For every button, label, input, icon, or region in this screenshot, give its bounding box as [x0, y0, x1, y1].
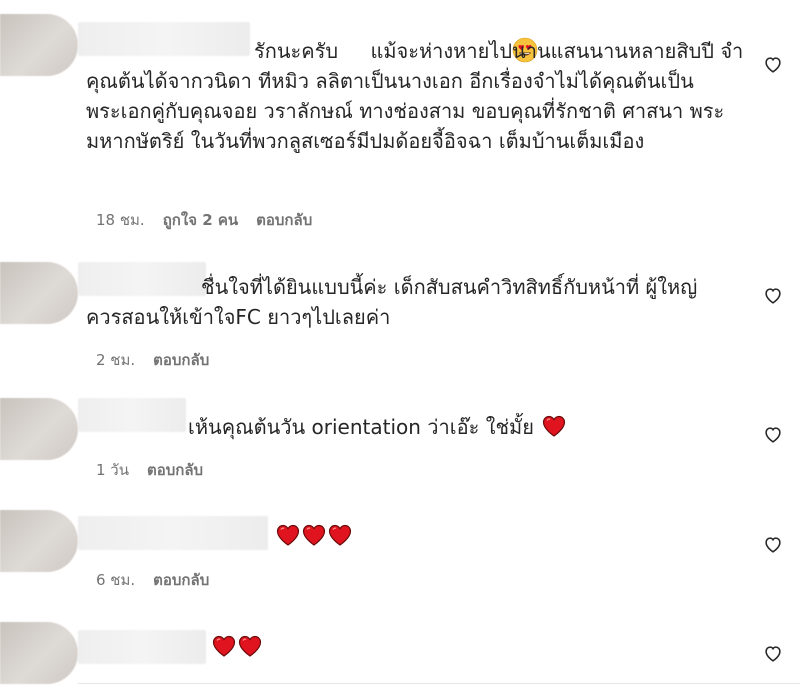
reply-button[interactable]: ตอบกลับ: [153, 568, 209, 592]
reply-button[interactable]: ตอบกลับ: [153, 348, 209, 372]
comment-meta: 2 ชม. ตอบกลับ: [96, 348, 209, 372]
like-heart-icon[interactable]: [762, 284, 784, 306]
heart-eyes-emoji-icon: [344, 37, 538, 63]
timestamp: 2 ชม.: [96, 351, 136, 369]
red-heart-emoji-icon: [542, 415, 566, 437]
username-redacted[interactable]: [78, 398, 186, 432]
like-heart-icon[interactable]: [762, 53, 784, 75]
divider: [78, 683, 800, 684]
avatar[interactable]: [0, 14, 78, 76]
avatar[interactable]: [0, 510, 78, 572]
timestamp: 18 ชม.: [96, 211, 145, 229]
red-heart-emoji-icon: [276, 524, 300, 546]
like-heart-icon[interactable]: [762, 642, 784, 664]
red-heart-emoji-icon: [302, 524, 326, 546]
red-heart-emoji-icon: [238, 635, 262, 657]
comment-meta: 18 ชม. ถูกใจ 2 คน ตอบกลับ: [96, 208, 312, 232]
timestamp: 6 ชม.: [96, 571, 136, 589]
comment-text: รักนะครับ แม้จะห่างหายไปนานแสนนานหลายสิบ…: [86, 37, 744, 153]
comment-meta: 1 วัน ตอบกลับ: [96, 458, 203, 482]
comment-text: [274, 521, 394, 551]
avatar[interactable]: [0, 622, 78, 684]
red-heart-emoji-icon: [328, 524, 352, 546]
avatar[interactable]: [0, 398, 78, 460]
comment-text: เห้นคุณต้นวัน orientation ว่าเอ๊ะ ใช่มั้…: [188, 412, 688, 442]
reply-button[interactable]: ตอบกลับ: [256, 208, 312, 232]
like-heart-icon[interactable]: [762, 423, 784, 445]
red-heart-emoji-icon: [212, 635, 236, 657]
reply-button[interactable]: ตอบกลับ: [147, 458, 203, 482]
likes-count-link[interactable]: ถูกใจ 2 คน: [163, 208, 238, 232]
timestamp: 1 วัน: [96, 461, 129, 479]
comment-meta: 6 ชม. ตอบกลับ: [96, 568, 209, 592]
comment-text: [210, 632, 310, 662]
avatar[interactable]: [0, 262, 78, 324]
comment-text: ชื่นใจที่ได้ยินแบบนี้ค่ะ เด็กสับสนคำวิทส…: [86, 275, 698, 329]
username-redacted[interactable]: [78, 516, 268, 550]
like-heart-icon[interactable]: [762, 533, 784, 555]
username-redacted[interactable]: [78, 630, 206, 664]
